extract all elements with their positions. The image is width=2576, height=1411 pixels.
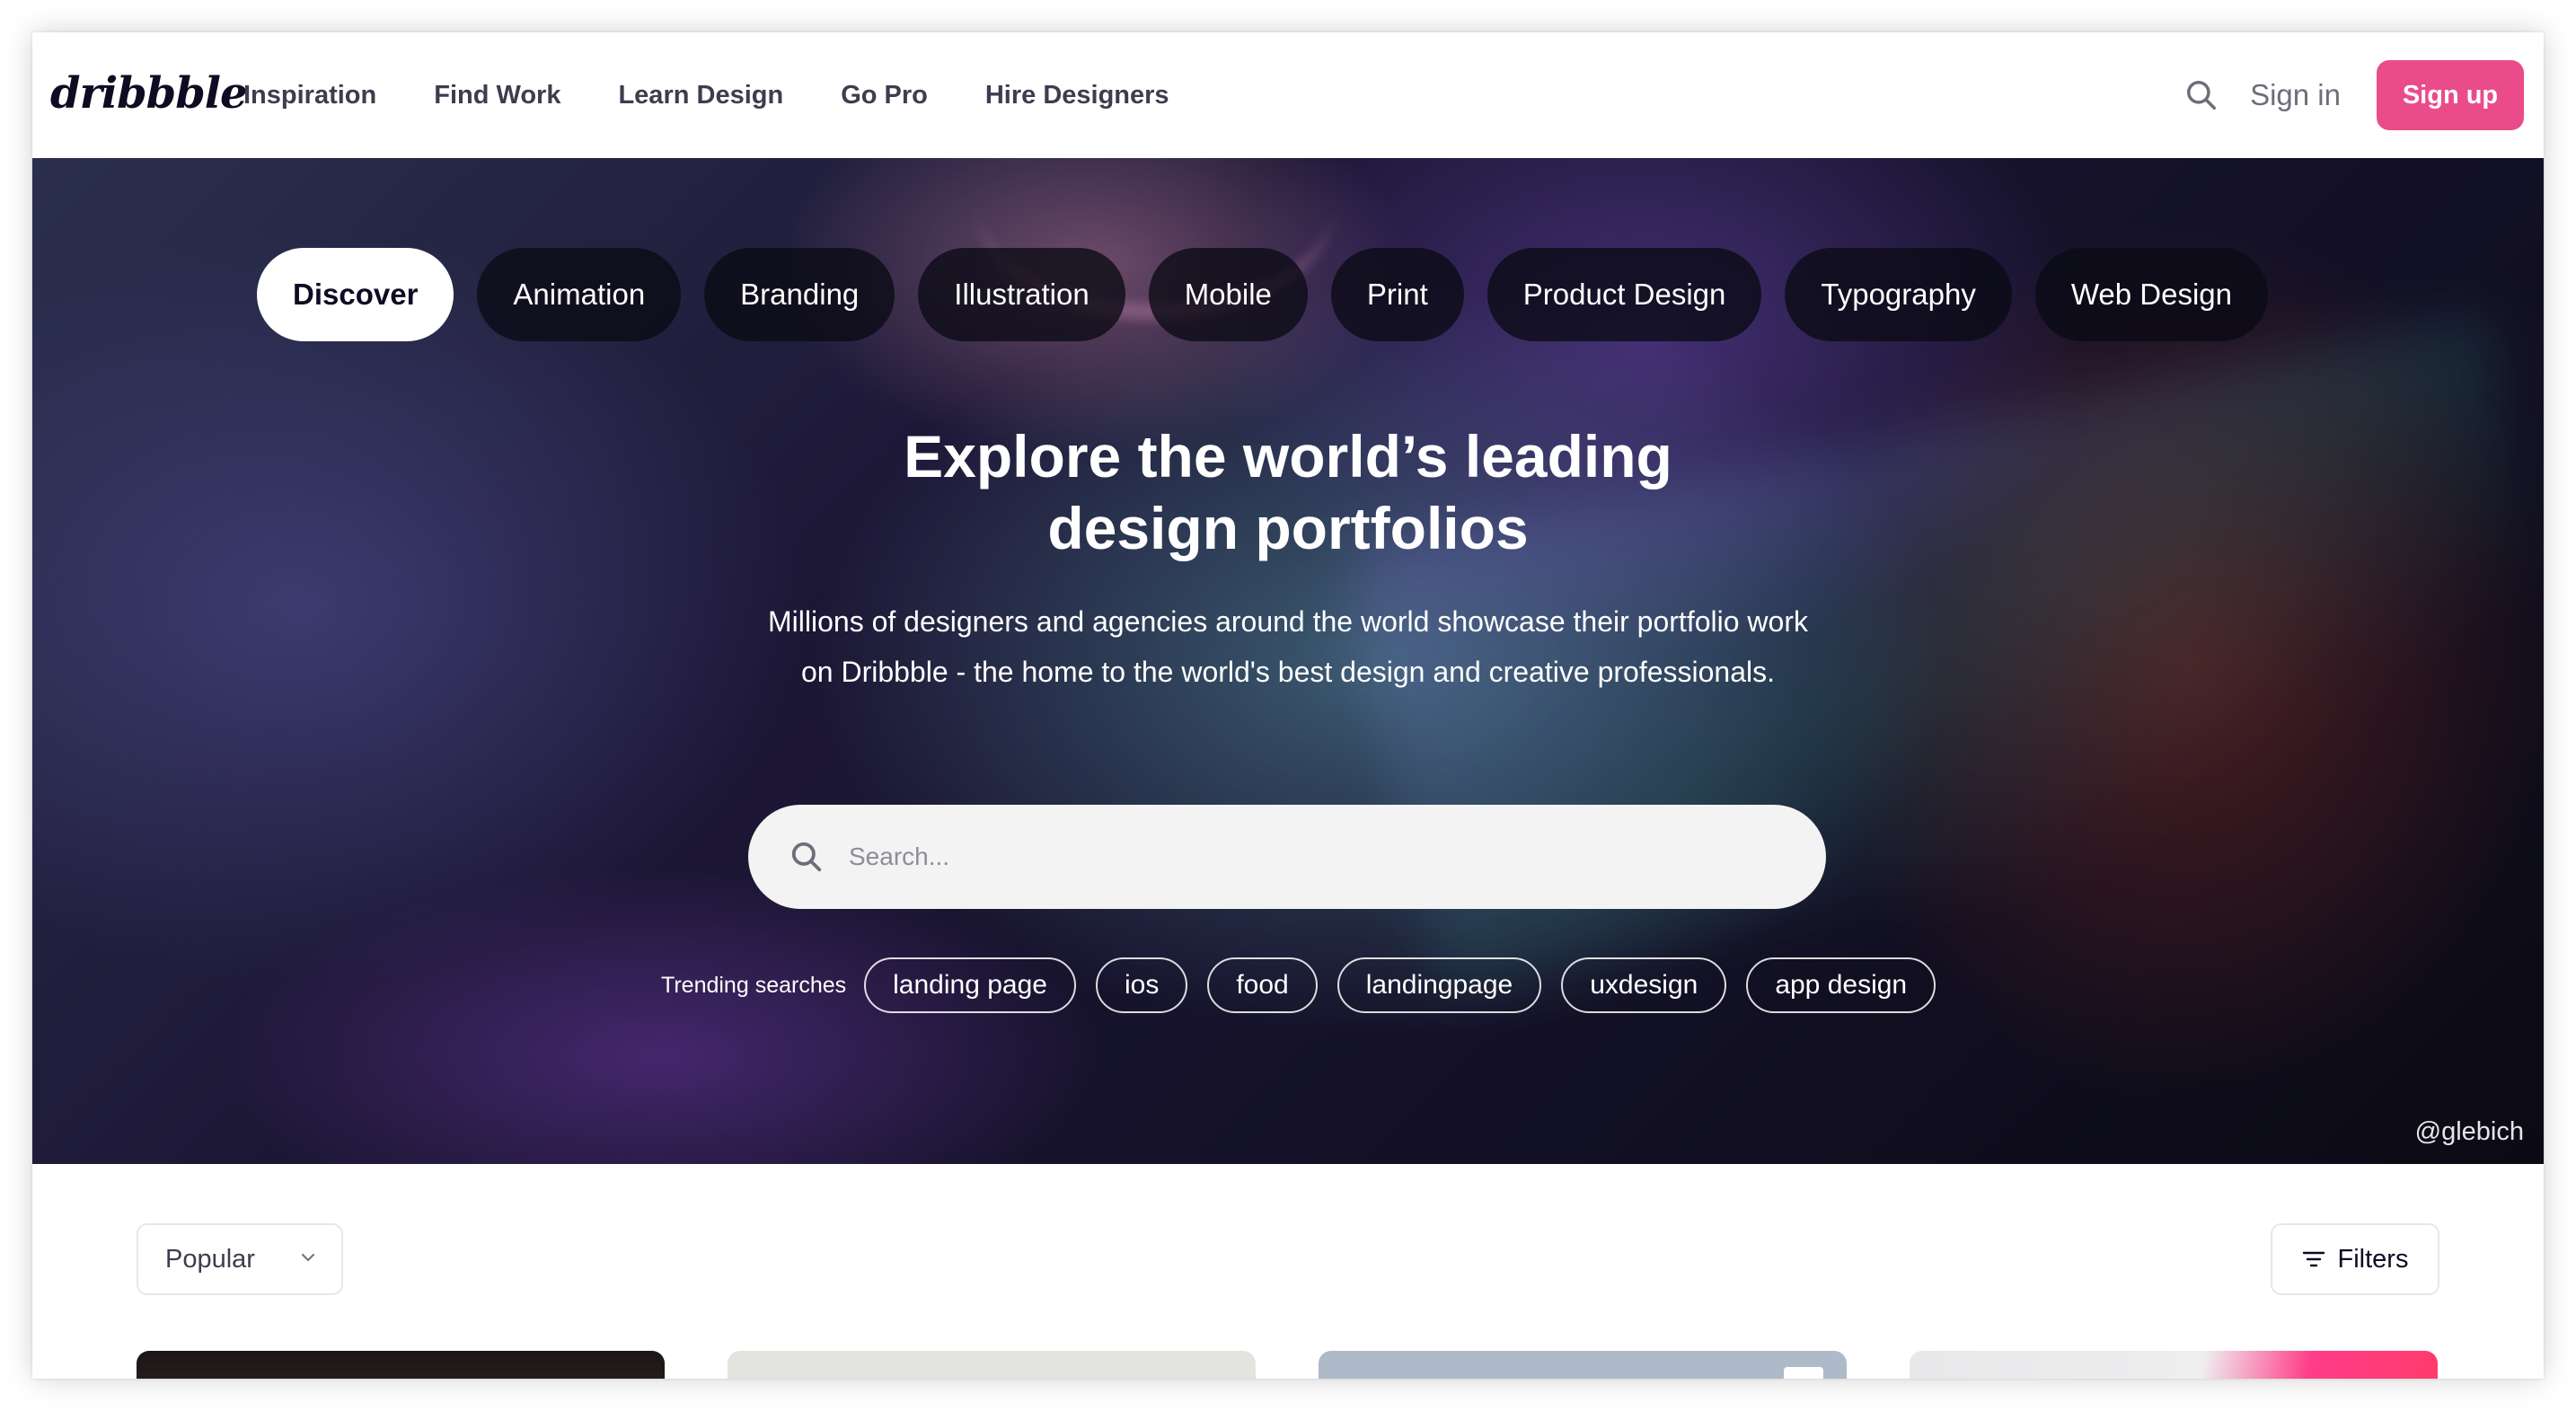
trending-chip-food[interactable]: food [1207, 957, 1318, 1013]
hero-subtitle-line-2: on Dribbble - the home to the world's be… [800, 656, 1776, 688]
hero-title-line-1: Explore the world’s leading [904, 423, 1672, 489]
trending-chip-app-design[interactable]: app design [1746, 957, 1936, 1013]
trending-searches: Trending searches landing page ios food … [661, 957, 1955, 1013]
hero-subtitle: Millions of designers and agencies aroun… [32, 596, 2544, 697]
trending-label: Trending searches [661, 972, 847, 998]
header-actions: Sign in Sign up [2183, 32, 2524, 158]
tab-web-design[interactable]: Web Design [2034, 248, 2268, 341]
sort-dropdown[interactable]: Popular [137, 1223, 343, 1295]
shot-thumbnail[interactable] [728, 1351, 1256, 1379]
sort-dropdown-label: Popular [165, 1244, 255, 1274]
trending-chip-landing-page[interactable]: landing page [864, 957, 1076, 1013]
tab-illustration[interactable]: Illustration [918, 248, 1125, 341]
dribbble-logo[interactable]: dribbble [50, 68, 248, 119]
hero-title-line-2: design portfolios [1047, 495, 1529, 561]
tab-print[interactable]: Print [1330, 248, 1464, 341]
video-badge-icon [1784, 1367, 1823, 1379]
trending-chip-landingpage[interactable]: landingpage [1337, 957, 1542, 1013]
sign-up-button[interactable]: Sign up [2377, 60, 2524, 130]
shot-thumbnail[interactable] [1319, 1351, 1847, 1379]
tab-animation[interactable]: Animation [477, 248, 682, 341]
nav-hire-designers[interactable]: Hire Designers [985, 81, 1169, 110]
nav-inspiration[interactable]: Inspiration [243, 81, 376, 110]
hero-subtitle-line-1: Millions of designers and agencies aroun… [768, 605, 1808, 638]
nav-learn-design[interactable]: Learn Design [618, 81, 783, 110]
hero-banner: Discover Animation Branding Illustration… [32, 158, 2544, 1164]
trending-chip-uxdesign[interactable]: uxdesign [1561, 957, 1727, 1013]
sign-in-link[interactable]: Sign in [2250, 78, 2341, 112]
nav-find-work[interactable]: Find Work [434, 81, 560, 110]
shot-thumbnail[interactable] [137, 1351, 665, 1379]
hero-search-bar[interactable] [748, 805, 1826, 909]
tab-product-design[interactable]: Product Design [1486, 248, 1762, 341]
search-icon[interactable] [2183, 77, 2219, 113]
tab-branding[interactable]: Branding [704, 248, 895, 341]
filters-label: Filters [2337, 1244, 2409, 1274]
top-header: dribbble Inspiration Find Work Learn Des… [32, 32, 2544, 158]
filters-button[interactable]: Filters [2271, 1223, 2439, 1295]
nav-go-pro[interactable]: Go Pro [841, 81, 928, 110]
search-input[interactable] [849, 842, 1826, 871]
main-nav: Inspiration Find Work Learn Design Go Pr… [243, 32, 1227, 158]
hero-title: Explore the world’s leading design portf… [32, 420, 2544, 564]
search-icon [791, 842, 822, 872]
category-tabs: Discover Animation Branding Illustration… [257, 248, 2291, 343]
tab-typography[interactable]: Typography [1785, 248, 2012, 341]
tab-discover[interactable]: Discover [257, 248, 454, 341]
filter-icon [2302, 1251, 2325, 1267]
tab-mobile[interactable]: Mobile [1148, 248, 1308, 341]
trending-chip-ios[interactable]: ios [1095, 957, 1188, 1013]
chevron-down-icon [302, 1254, 314, 1262]
browser-page: dribbble Inspiration Find Work Learn Des… [32, 32, 2544, 1379]
artwork-credit[interactable]: @glebich [2415, 1117, 2524, 1147]
shot-thumbnail[interactable] [1910, 1351, 2438, 1379]
